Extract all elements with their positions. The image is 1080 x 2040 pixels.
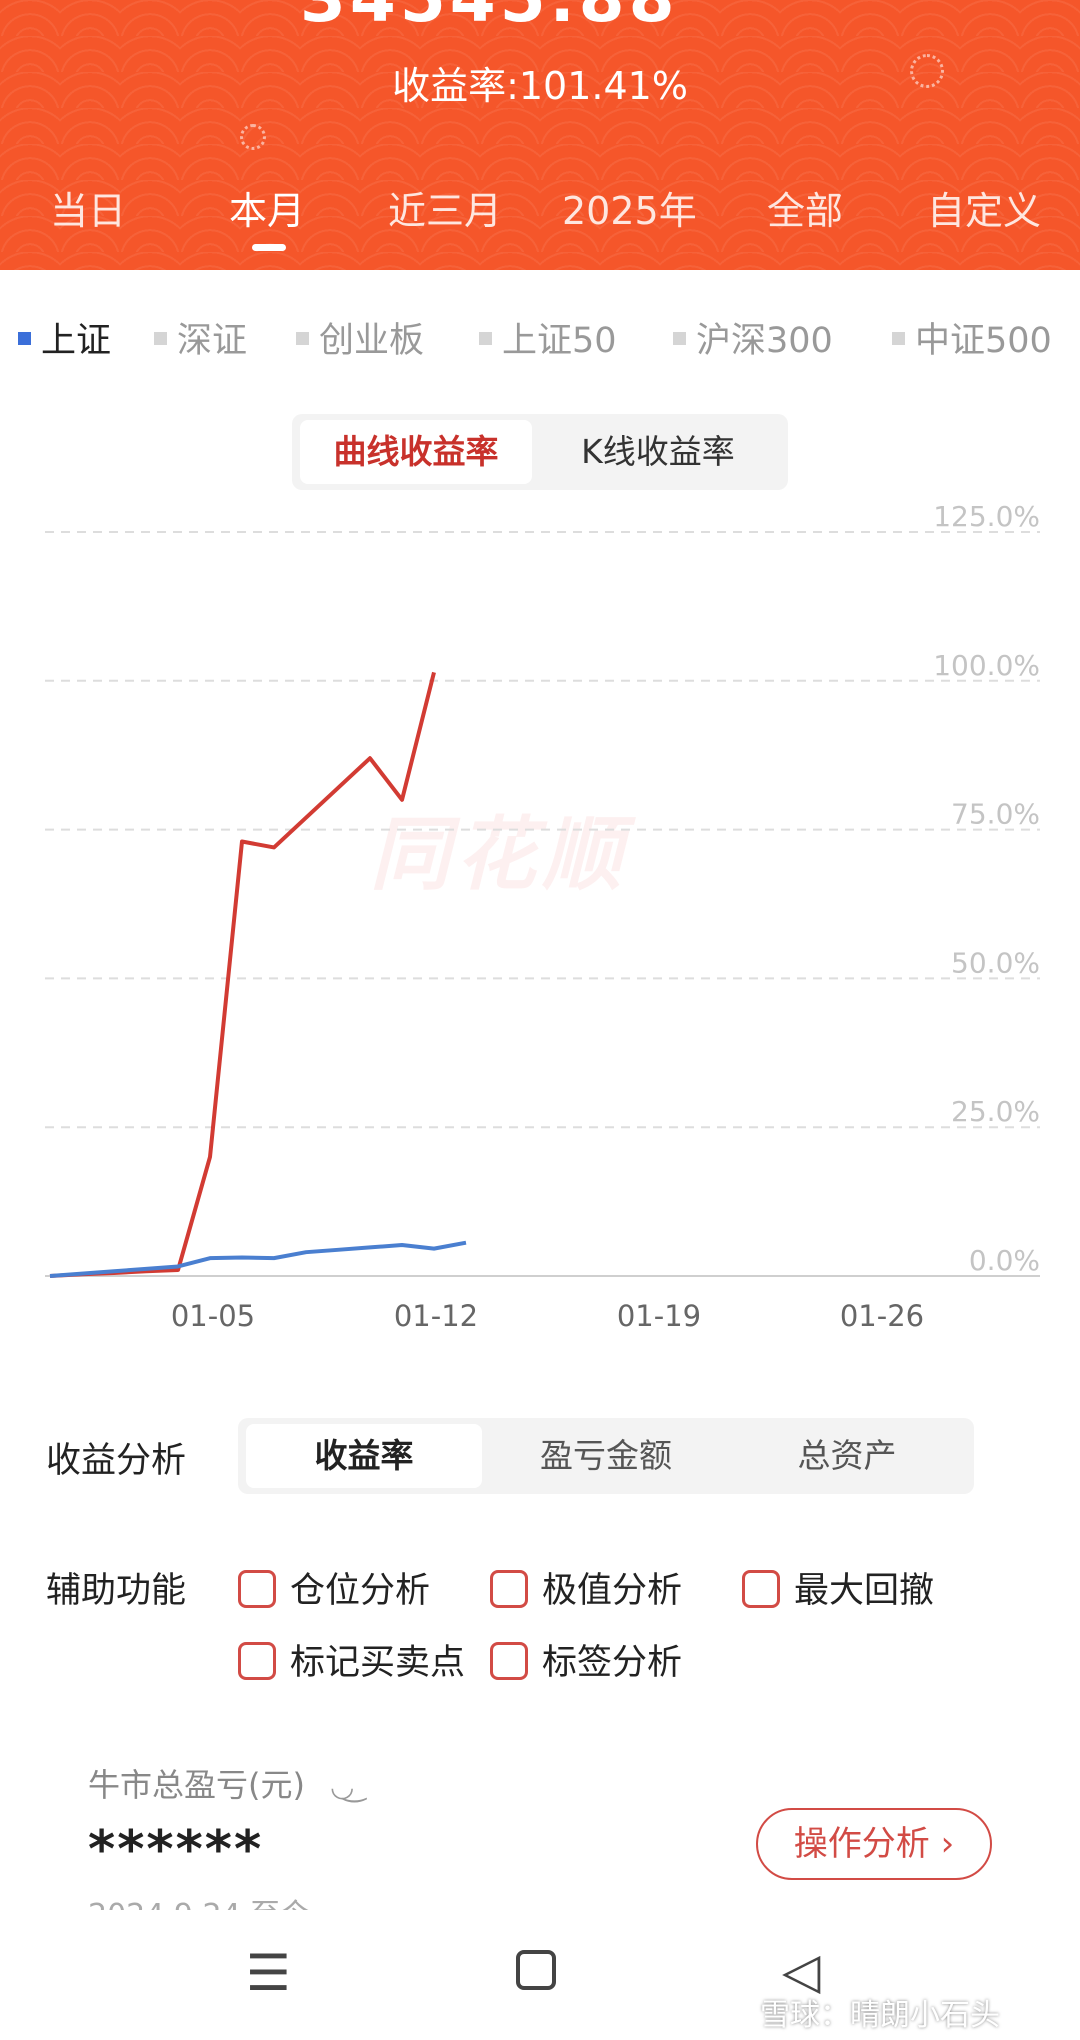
kline-return-button[interactable]: K线收益率 xyxy=(536,420,780,484)
xueqiu-watermark: 雪球：晴朗小石头 xyxy=(760,1998,1000,2033)
y-tick-label: 125.0% xyxy=(933,500,1040,533)
legend-marker-icon xyxy=(154,331,167,345)
y-tick-label: 25.0% xyxy=(951,1095,1040,1128)
tab-this-month[interactable]: 本月 xyxy=(229,180,305,235)
index-sse50[interactable]: 上证50 xyxy=(479,312,617,363)
operation-analysis-button[interactable]: 操作分析 › xyxy=(756,1808,992,1880)
hidden-pnl-value: ****** xyxy=(88,1820,264,1880)
legend-marker-icon xyxy=(673,331,686,345)
index-csi300[interactable]: 沪深300 xyxy=(673,312,833,363)
total-assets-value: 34545.88 xyxy=(300,0,679,37)
index-return-line xyxy=(49,1240,467,1278)
index-label: 创业板 xyxy=(319,321,425,361)
x-tick-label: 01-26 xyxy=(840,1299,924,1333)
index-label: 深证 xyxy=(177,321,248,361)
period-tabs: 当日 本月 近三月 2025年 全部 自定义 xyxy=(0,180,1060,240)
bull-market-pnl-title: 牛市总盈亏(元) xyxy=(88,1766,305,1804)
tab-all[interactable]: 全部 xyxy=(767,180,843,235)
x-tick-label: 01-05 xyxy=(171,1299,255,1333)
active-tab-indicator xyxy=(252,244,286,251)
checkbox-icon xyxy=(238,1642,276,1680)
loading-icon xyxy=(240,124,266,150)
menu-icon[interactable]: ☰ xyxy=(246,1944,291,2002)
index-shanghai[interactable]: 上证 xyxy=(18,312,111,363)
index-label: 沪深300 xyxy=(696,321,833,361)
return-line-chart: 125.0% 100.0% 75.0% 50.0% 25.0% 0.0% 01-05 01-1… xyxy=(45,500,1040,1333)
legend-marker-icon xyxy=(892,331,905,345)
index-shenzhen[interactable]: 深证 xyxy=(154,312,247,363)
curve-type-toggle: 曲线收益率 K线收益率 xyxy=(292,414,788,490)
y-tick-label: 50.0% xyxy=(951,946,1040,979)
legend-marker-icon xyxy=(479,331,492,345)
tab-custom[interactable]: 自定义 xyxy=(927,180,1041,235)
aux-functions-label: 辅助功能 xyxy=(46,1571,187,1611)
y-tick-label: 75.0% xyxy=(951,798,1040,831)
eye-closed-icon[interactable]: ◡͜ xyxy=(330,1770,354,1803)
tab-three-months[interactable]: 近三月 xyxy=(388,180,502,235)
index-label: 上证 xyxy=(41,321,112,361)
tag-analysis-checkbox[interactable]: 标签分析 xyxy=(490,1634,682,1685)
index-chinext[interactable]: 创业板 xyxy=(296,312,424,363)
checkbox-label: 标记买卖点 xyxy=(290,1643,466,1683)
legend-marker-icon xyxy=(296,331,309,345)
home-icon[interactable] xyxy=(516,1950,556,1990)
index-label: 中证500 xyxy=(915,321,1052,361)
extreme-analysis-checkbox[interactable]: 极值分析 xyxy=(490,1562,682,1613)
checkbox-icon xyxy=(238,1570,276,1608)
tab-return-rate[interactable]: 收益率 xyxy=(246,1424,482,1488)
index-label: 上证50 xyxy=(502,321,617,361)
return-analysis-label: 收益分析 xyxy=(46,1441,187,1481)
position-analysis-checkbox[interactable]: 仓位分析 xyxy=(238,1562,430,1613)
curve-return-button[interactable]: 曲线收益率 xyxy=(300,420,532,484)
x-tick-label: 01-12 xyxy=(394,1299,478,1333)
loading-icon xyxy=(910,54,944,88)
x-tick-label: 01-19 xyxy=(617,1299,701,1333)
tab-year-2025[interactable]: 2025年 xyxy=(562,180,697,235)
tab-profit-loss[interactable]: 盈亏金额 xyxy=(490,1424,722,1488)
portfolio-return-line xyxy=(49,671,436,1278)
max-drawdown-checkbox[interactable]: 最大回撤 xyxy=(742,1562,934,1613)
analysis-tabs: 收益率 盈亏金额 总资产 xyxy=(238,1418,974,1494)
tab-total-assets[interactable]: 总资产 xyxy=(730,1424,964,1488)
checkbox-label: 最大回撤 xyxy=(794,1571,935,1611)
checkbox-icon xyxy=(742,1570,780,1608)
checkbox-label: 极值分析 xyxy=(542,1571,683,1611)
y-tick-label: 0.0% xyxy=(969,1244,1040,1277)
legend-marker-icon xyxy=(18,331,31,345)
checkbox-label: 标签分析 xyxy=(542,1643,683,1683)
checkbox-icon xyxy=(490,1570,528,1608)
checkbox-label: 仓位分析 xyxy=(290,1571,431,1611)
mark-trades-checkbox[interactable]: 标记买卖点 xyxy=(238,1634,465,1685)
index-csi500[interactable]: 中证500 xyxy=(892,312,1052,363)
header-banner: 34545.88 收益率:101.41% 当日 本月 近三月 2025年 全部 … xyxy=(0,0,1080,270)
y-tick-label: 100.0% xyxy=(933,649,1040,682)
checkbox-icon xyxy=(490,1642,528,1680)
tab-today[interactable]: 当日 xyxy=(50,180,126,235)
